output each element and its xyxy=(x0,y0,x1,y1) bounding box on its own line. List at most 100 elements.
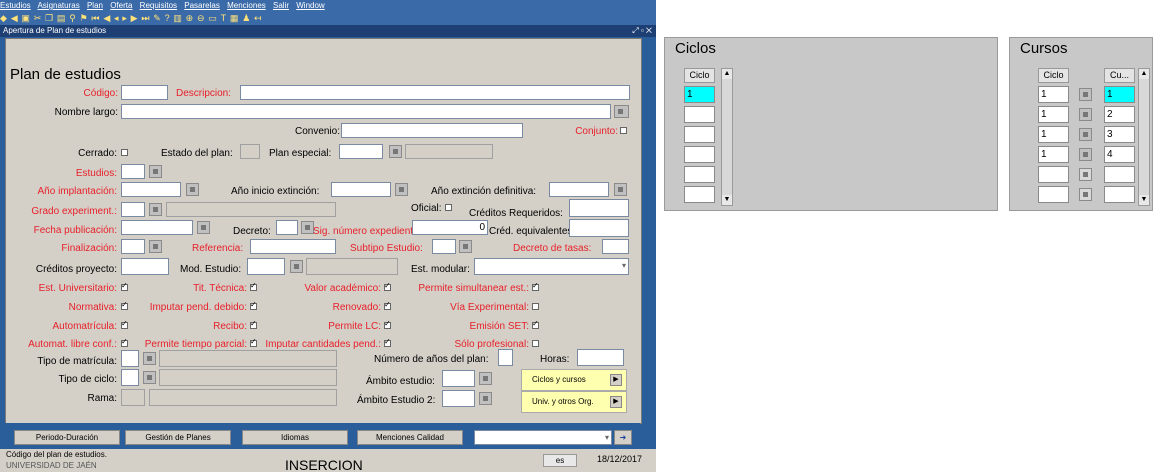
curso-cell[interactable] xyxy=(1104,186,1135,203)
nombre-largo-input[interactable] xyxy=(121,104,611,119)
anio-inicio-extincion-lov-button[interactable] xyxy=(395,183,408,196)
scroll-up-icon[interactable]: ▲ xyxy=(722,69,732,79)
window-icon[interactable]: ▦ xyxy=(230,13,239,23)
anio-implantacion-lov-button[interactable] xyxy=(186,183,199,196)
next-record-icon[interactable]: ▸ xyxy=(122,13,127,23)
anio-extincion-def-input[interactable] xyxy=(549,182,609,197)
first-record-icon[interactable]: ⏮ xyxy=(91,13,99,23)
ciclos-scrollbar[interactable]: ▲ ▼ xyxy=(721,68,733,206)
menu-window[interactable]: Window xyxy=(296,1,324,10)
imputar-cantidades-checkbox[interactable] xyxy=(384,337,391,347)
prev-record-icon[interactable]: ◂ xyxy=(114,13,119,23)
menu-pasarelas[interactable]: Pasarelas xyxy=(184,1,220,10)
help-icon[interactable]: ? xyxy=(165,13,170,23)
tipo-ciclo-lov-button[interactable] xyxy=(143,371,156,384)
solo-profesional-checkbox[interactable] xyxy=(532,340,539,347)
menu-estudios[interactable]: Estudios xyxy=(0,1,31,10)
ambito-estudio2-lov-button[interactable] xyxy=(479,392,492,405)
univ-otros-button[interactable]: Univ. y otros Org. ▶ xyxy=(521,391,627,413)
insert-icon[interactable]: ⊕ xyxy=(186,13,194,23)
ciclo-cell[interactable]: 1 xyxy=(1038,126,1069,143)
ciclo-cell[interactable]: 1 xyxy=(1038,146,1069,163)
edit-text-icon[interactable] xyxy=(614,105,629,118)
query-icon[interactable]: ⚲ xyxy=(69,13,76,23)
ambito-estudio-input[interactable] xyxy=(442,370,475,387)
ciclo-lov-button[interactable] xyxy=(1079,128,1092,141)
fecha-publicacion-input[interactable] xyxy=(121,220,193,235)
scroll-up-icon[interactable]: ▲ xyxy=(1139,69,1149,79)
ciclo-cell[interactable] xyxy=(684,186,715,203)
emision-set-checkbox[interactable] xyxy=(532,319,539,329)
curso-cell[interactable]: 4 xyxy=(1104,146,1135,163)
back-icon[interactable]: ◀ xyxy=(11,13,18,23)
text-icon[interactable]: T xyxy=(221,13,227,23)
anio-implantacion-input[interactable] xyxy=(121,182,181,197)
menu-menciones[interactable]: Menciones xyxy=(227,1,266,10)
menciones-calidad-button[interactable]: Menciones Calidad xyxy=(357,430,463,445)
permite-lc-checkbox[interactable] xyxy=(384,319,391,329)
window-controls[interactable]: ⤢ ▫ ✕ xyxy=(632,25,652,37)
cut-icon[interactable]: ✂ xyxy=(34,13,42,23)
estudios-input[interactable] xyxy=(121,164,145,179)
ciclo-cell[interactable] xyxy=(1038,166,1069,183)
normativa-checkbox[interactable] xyxy=(121,300,128,310)
menu-requisitos[interactable]: Requisitos xyxy=(140,1,177,10)
sig-numero-input[interactable]: 0 xyxy=(412,220,488,235)
ciclo-lov-button[interactable] xyxy=(1079,108,1092,121)
fecha-publicacion-lov-button[interactable] xyxy=(197,221,210,234)
subtipo-input[interactable] xyxy=(432,239,456,254)
grado-experiment-lov-button[interactable] xyxy=(149,203,162,216)
convenio-input[interactable] xyxy=(341,123,523,138)
descripcion-input[interactable] xyxy=(240,85,630,100)
automatricula-checkbox[interactable] xyxy=(121,319,128,329)
ciclo-cell[interactable] xyxy=(684,126,715,143)
edit-icon[interactable]: ✎ xyxy=(153,13,161,23)
permite-simultanear-checkbox[interactable] xyxy=(532,281,539,291)
curso-cell[interactable]: 1 xyxy=(1104,86,1135,103)
subtipo-lov-button[interactable] xyxy=(459,240,472,253)
decreto-tasas-input[interactable] xyxy=(602,239,629,254)
finalizacion-lov-button[interactable] xyxy=(149,240,162,253)
user-icon[interactable]: ♟ xyxy=(242,13,250,23)
menu-oferta[interactable]: Oferta xyxy=(110,1,132,10)
menu-plan[interactable]: Plan xyxy=(87,1,103,10)
recibo-checkbox[interactable] xyxy=(250,319,257,329)
curso-cell[interactable] xyxy=(1104,166,1135,183)
ciclo-cell[interactable]: 1 xyxy=(1038,106,1069,123)
idiomas-button[interactable]: Idiomas xyxy=(242,430,348,445)
creditos-requeridos-input[interactable] xyxy=(569,199,629,217)
ciclo-cell[interactable]: 1 xyxy=(1038,86,1069,103)
curso-cell[interactable]: 2 xyxy=(1104,106,1135,123)
ciclo-cell[interactable] xyxy=(684,166,715,183)
plan-especial-lov-button[interactable] xyxy=(389,145,402,158)
execute-query-icon[interactable]: ⚑ xyxy=(80,13,88,23)
next-block-icon[interactable]: ▶ xyxy=(131,13,138,23)
conjunto-checkbox[interactable] xyxy=(620,127,627,134)
print-icon[interactable]: ▣ xyxy=(21,13,30,23)
anio-inicio-extincion-input[interactable] xyxy=(331,182,391,197)
cursos-scrollbar[interactable]: ▲ ▼ xyxy=(1138,68,1150,206)
creditos-proyecto-input[interactable] xyxy=(121,258,169,275)
menu-asignaturas[interactable]: Asignaturas xyxy=(37,1,79,10)
menu-salir[interactable]: Salir xyxy=(273,1,289,10)
tipo-matricula-lov-button[interactable] xyxy=(143,352,156,365)
num-anios-input[interactable] xyxy=(498,349,513,366)
tipo-ciclo-input[interactable] xyxy=(121,369,139,386)
clear-icon[interactable]: ▭ xyxy=(208,13,217,23)
periodo-duracion-button[interactable]: Periodo-Duración xyxy=(14,430,120,445)
list-icon[interactable]: ▥ xyxy=(173,13,182,23)
est-universitario-checkbox[interactable] xyxy=(121,281,128,291)
decreto-input[interactable] xyxy=(276,220,298,235)
renovado-checkbox[interactable] xyxy=(384,300,391,310)
oficial-checkbox[interactable] xyxy=(445,204,452,211)
copy-icon[interactable]: ❐ xyxy=(45,13,53,23)
estudios-lov-button[interactable] xyxy=(149,165,162,178)
paste-icon[interactable]: ▤ xyxy=(57,13,66,23)
ciclo-lov-button[interactable] xyxy=(1079,168,1092,181)
scroll-down-icon[interactable]: ▼ xyxy=(722,195,732,205)
save-icon[interactable]: ◆ xyxy=(0,13,7,23)
ciclo-cell[interactable] xyxy=(1038,186,1069,203)
ambito-estudio-lov-button[interactable] xyxy=(479,372,492,385)
tipo-matricula-input[interactable] xyxy=(121,350,139,367)
delete-icon[interactable]: ⊖ xyxy=(197,13,205,23)
